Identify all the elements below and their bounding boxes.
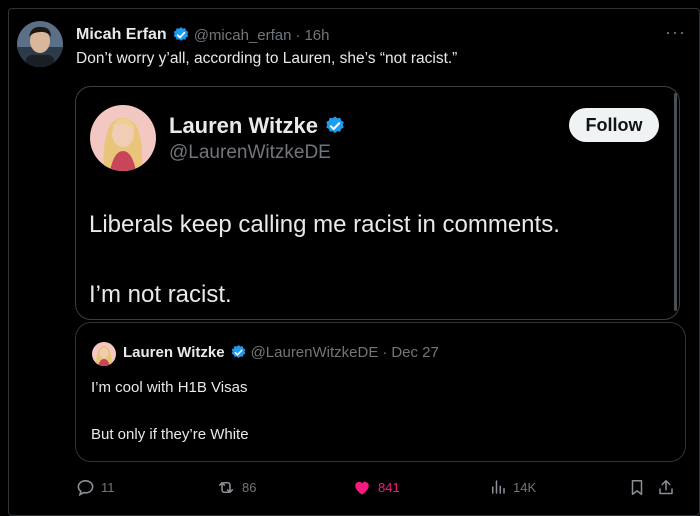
author-handle[interactable]: @micah_erfan [194, 27, 292, 44]
reply-count: 11 [101, 480, 115, 495]
author-name[interactable]: Micah Erfan [76, 26, 167, 44]
follow-button[interactable]: Follow [569, 108, 659, 142]
quoted-author-name-row: Lauren Witzke [169, 113, 350, 139]
verified-badge-icon [324, 115, 346, 137]
reply-button[interactable]: 11 [76, 478, 115, 497]
heart-icon [355, 481, 369, 495]
bookmark-icon [631, 480, 643, 495]
tweet-time[interactable]: 16h [304, 27, 329, 44]
verified-badge-icon [172, 26, 190, 44]
nested-author-avatar[interactable] [92, 342, 116, 366]
nested-quote-card[interactable]: Lauren Witzke @LaurenWitzkeDE · Dec 27 I… [75, 322, 686, 462]
separator-dot: · [295, 26, 301, 44]
scrollbar[interactable] [674, 93, 677, 311]
nested-tweet-date[interactable]: Dec 27 [391, 344, 439, 361]
quoted-author-name[interactable]: Lauren Witzke [169, 113, 318, 139]
share-icon [659, 480, 673, 495]
repost-count: 86 [242, 480, 257, 495]
tweet-header: Micah Erfan @micah_erfan · 16h [76, 26, 330, 44]
quoted-text-line-1: Liberals keep calling me racist in comme… [89, 211, 560, 238]
repost-button[interactable]: 86 [216, 478, 256, 497]
quoted-author-avatar[interactable] [90, 105, 156, 171]
quoted-author-handle[interactable]: @LaurenWitzkeDE [169, 142, 331, 164]
nested-author-handle[interactable]: @LaurenWitzkeDE [251, 344, 379, 361]
nested-author-name[interactable]: Lauren Witzke [123, 344, 225, 361]
bookmark-button[interactable] [628, 478, 652, 497]
tweet-text: Don’t worry y’all, according to Lauren, … [76, 50, 458, 67]
views-button[interactable]: 14K [489, 478, 536, 496]
share-button[interactable] [657, 478, 681, 497]
author-avatar[interactable] [17, 21, 63, 67]
nested-tweet-header: Lauren Witzke @LaurenWitzkeDE · Dec 27 [123, 344, 439, 361]
separator-dot: · [382, 344, 388, 361]
like-button[interactable]: 841 [352, 478, 400, 497]
like-count: 841 [378, 480, 400, 495]
quoted-tweet-card[interactable]: Lauren Witzke @LaurenWitzkeDE Follow Lib… [75, 86, 680, 320]
reply-icon [77, 479, 94, 497]
nested-text-line-2: But only if they’re White [91, 426, 249, 443]
quoted-text-line-2: I’m not racist. [89, 281, 232, 308]
repost-icon [218, 481, 234, 494]
view-count: 14K [513, 479, 537, 495]
action-bar: 11 86 841 14K [0, 478, 700, 498]
verified-badge-icon [230, 344, 247, 361]
nested-text-line-1: I’m cool with H1B Visas [91, 379, 248, 396]
views-icon [492, 480, 505, 494]
more-icon[interactable]: ··· [665, 22, 686, 43]
